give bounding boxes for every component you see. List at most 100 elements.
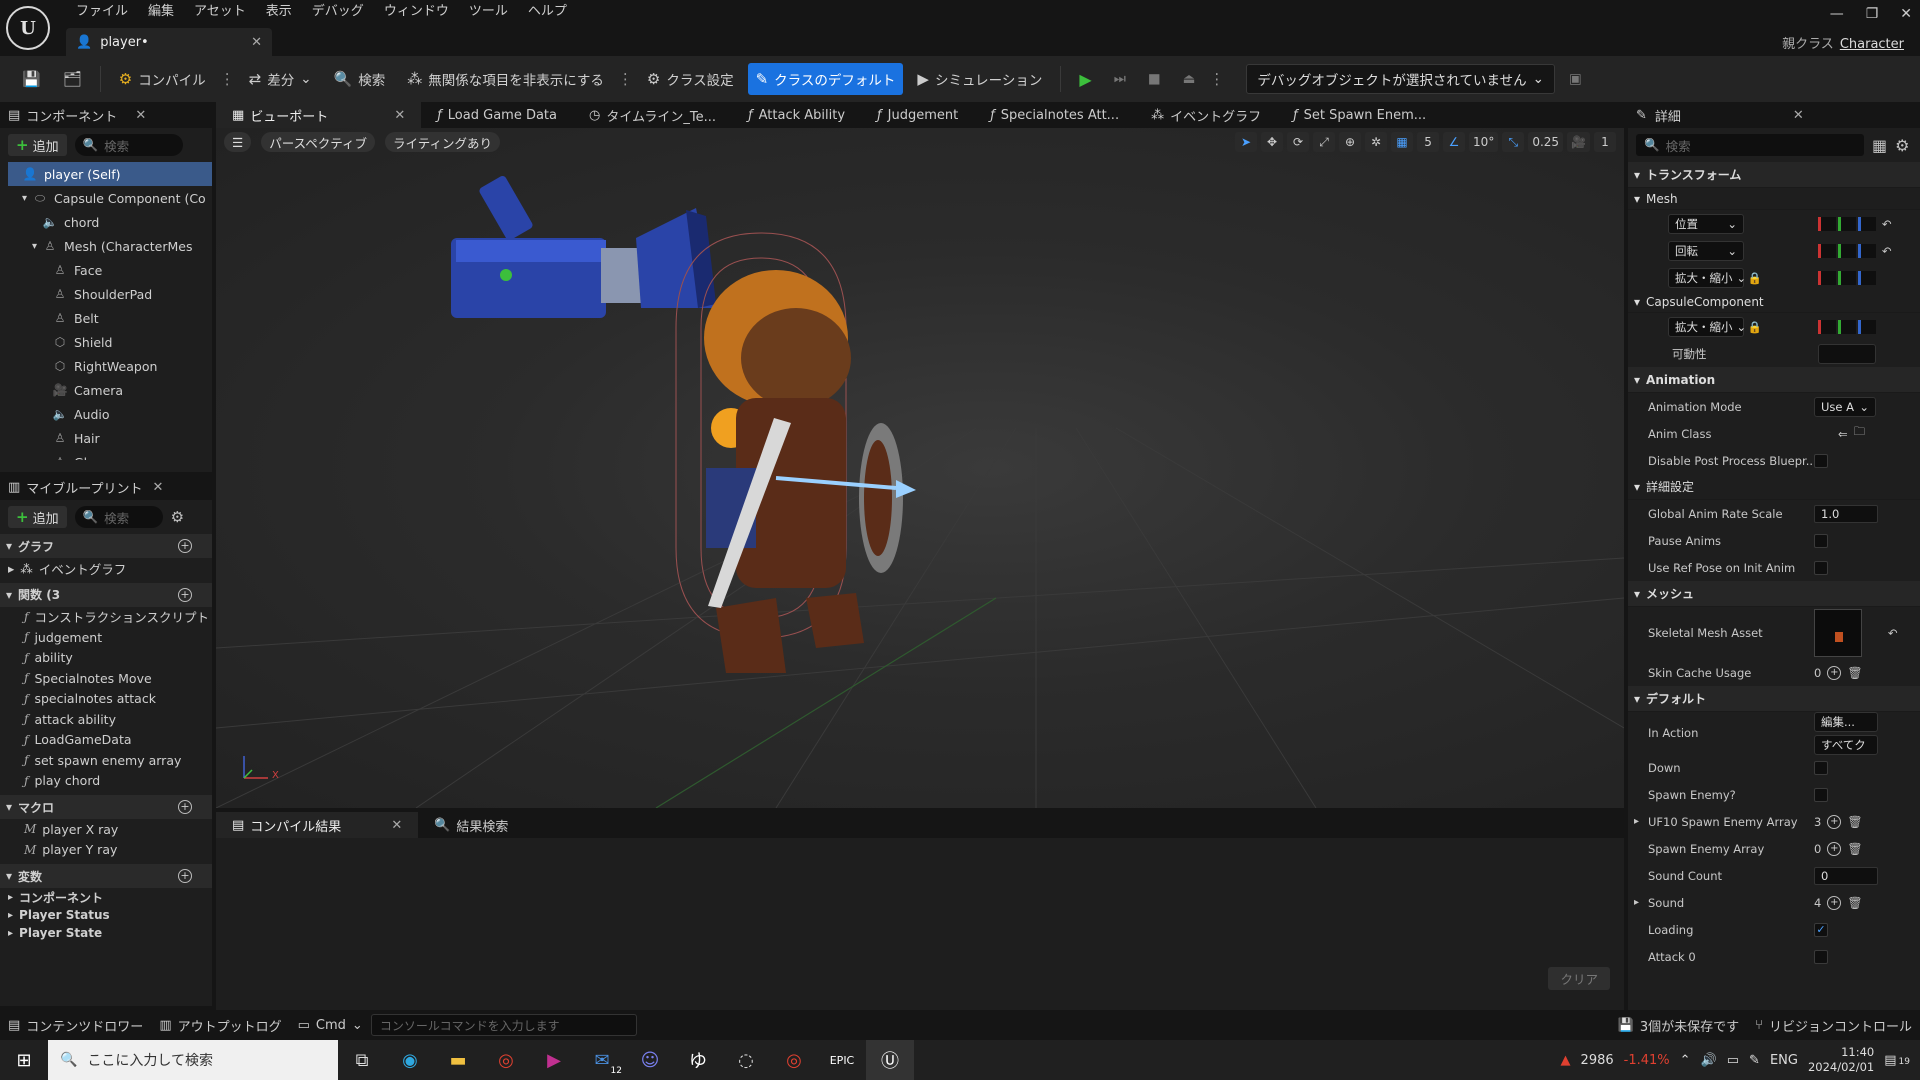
cmd-select[interactable]: ▭ Cmd ⌄: [290, 1009, 371, 1041]
edit-button[interactable]: 編集...: [1814, 711, 1878, 732]
revision-control-button[interactable]: ⑂ リビジョンコントロール: [1747, 1009, 1920, 1041]
sound-count-input[interactable]: 0: [1814, 866, 1878, 885]
diff-button[interactable]: ⇄ 差分 ⌄: [241, 63, 320, 95]
component-tree-item[interactable]: ♙ Glove: [8, 450, 212, 461]
down-checkbox[interactable]: [1814, 760, 1828, 775]
graph-section[interactable]: ▾ グラフ +: [0, 534, 212, 558]
macros-section[interactable]: ▾ マクロ +: [0, 795, 212, 819]
capsule-scale-vector[interactable]: [1818, 319, 1876, 334]
menu-edit[interactable]: 編集: [138, 2, 184, 22]
close-icon[interactable]: ✕: [251, 35, 262, 50]
simulation-button[interactable]: ▶ シミュレーション: [909, 63, 1050, 95]
component-tree-item[interactable]: ⬡ RightWeapon: [8, 354, 212, 378]
location-select[interactable]: 位置 ⌄: [1668, 213, 1744, 234]
functions-section[interactable]: ▾ 関数 (3 +: [0, 582, 212, 607]
compile-button[interactable]: ⚙ コンパイル: [111, 63, 214, 95]
play-options-icon[interactable]: ⋮: [1209, 70, 1224, 88]
document-tab-player[interactable]: 👤 player• ✕: [66, 28, 272, 56]
class-settings-button[interactable]: ⚙ クラス設定: [639, 63, 742, 95]
add-macro-icon[interactable]: +: [178, 800, 192, 814]
browse-button[interactable]: 🗂: [55, 63, 90, 95]
lock-icon[interactable]: 🔒: [1748, 271, 1762, 285]
editor-tab[interactable]: ƒ Set Spawn Enem...: [1277, 102, 1442, 128]
editor-tab[interactable]: ▦ ビューポート ✕: [216, 102, 422, 128]
function-item[interactable]: ƒ ability: [0, 648, 212, 669]
unreal-taskbar-icon[interactable]: Ⓤ: [866, 1040, 914, 1080]
viewport[interactable]: X ☰ パースペクティブ ライティングあり ➤ ✥ ⟳ ⤢ ⊕ ✲ ▦ 5 ∠ …: [216, 128, 1624, 808]
parent-class-link[interactable]: Character: [1840, 37, 1904, 52]
discord-icon[interactable]: ☺: [626, 1040, 674, 1080]
menu-asset[interactable]: アセット: [184, 2, 256, 22]
select-tool-icon[interactable]: ➤: [1235, 132, 1258, 152]
compile-options-icon[interactable]: ⋮: [220, 70, 235, 88]
reset-icon[interactable]: ↶: [1882, 244, 1892, 258]
function-item[interactable]: ƒ set spawn enemy array: [0, 750, 212, 771]
table-view-icon[interactable]: ▦: [1872, 136, 1887, 155]
editor-tab[interactable]: ◷ タイムライン_Te...: [573, 102, 732, 128]
rotate-tool-icon[interactable]: ⟳: [1287, 132, 1310, 152]
subsection-mesh[interactable]: ▾ Mesh: [1628, 188, 1920, 210]
taskbar-search-input[interactable]: 🔍 ここに入力して検索: [48, 1040, 338, 1080]
anim-mode-select[interactable]: Use A ⌄: [1814, 396, 1876, 417]
editor-tab[interactable]: ƒ Attack Ability: [732, 102, 861, 128]
section-animation[interactable]: ▾ Animation: [1628, 367, 1920, 393]
epic-games-icon[interactable]: EPIC: [818, 1040, 866, 1080]
ref-pose-checkbox[interactable]: [1814, 560, 1828, 575]
class-defaults-button[interactable]: ✎ クラスのデフォルト: [747, 63, 904, 95]
trash-icon[interactable]: 🗑: [1847, 815, 1862, 829]
menu-debug[interactable]: デバッグ: [302, 2, 374, 22]
windows-start-icon[interactable]: ⊞: [0, 1040, 48, 1080]
component-tree-item[interactable]: ♙ ShoulderPad: [8, 282, 212, 306]
tray-chevron-icon[interactable]: ⌃: [1680, 1053, 1691, 1068]
close-icon[interactable]: ✕: [391, 818, 402, 833]
add-element-icon[interactable]: +: [1827, 665, 1842, 680]
event-graph-item[interactable]: ▸ ⁂ イベントグラフ: [0, 558, 212, 579]
loading-checkbox[interactable]: ✓: [1814, 922, 1828, 937]
add-member-button[interactable]: + 追加: [8, 506, 67, 528]
trash-icon[interactable]: 🗑: [1847, 896, 1862, 910]
output-log-button[interactable]: ▥ アウトプットログ: [151, 1009, 289, 1041]
variables-section[interactable]: ▾ 変数 +: [0, 864, 212, 888]
component-tree-item[interactable]: 🎥 Camera: [8, 378, 212, 402]
language-indicator[interactable]: ENG: [1770, 1053, 1798, 1068]
lighting-button[interactable]: ライティングあり: [384, 132, 500, 152]
component-tree-item[interactable]: ♙ Belt: [8, 306, 212, 330]
app-yu-icon[interactable]: ゆ: [674, 1040, 722, 1080]
volume-icon[interactable]: 🔊: [1701, 1053, 1717, 1068]
component-tree-item[interactable]: 🔈 chord: [8, 210, 212, 234]
gear-icon[interactable]: ⚙: [171, 508, 184, 526]
function-item[interactable]: ƒ specialnotes attack: [0, 689, 212, 710]
disable-pp-checkbox[interactable]: [1814, 453, 1828, 468]
use-selected-icon[interactable]: ⇐: [1838, 427, 1848, 441]
add-component-button[interactable]: + 追加: [8, 134, 67, 156]
spawn-enemy-checkbox[interactable]: [1814, 787, 1828, 802]
close-icon[interactable]: ✕: [153, 480, 164, 495]
subsection-capsule[interactable]: ▾ CapsuleComponent: [1628, 291, 1920, 313]
grid-snap-icon[interactable]: ▦: [1391, 132, 1414, 152]
menu-view[interactable]: 表示: [256, 2, 302, 22]
function-item[interactable]: ƒ コンストラクションスクリプト: [0, 607, 212, 628]
mail-icon[interactable]: ✉ 12: [578, 1040, 626, 1080]
console-input[interactable]: コンソールコマンドを入力します: [370, 1014, 637, 1036]
add-variable-icon[interactable]: +: [178, 869, 192, 883]
media-player-icon[interactable]: ▶: [530, 1040, 578, 1080]
add-function-icon[interactable]: +: [178, 587, 192, 602]
function-item[interactable]: ƒ LoadGameData: [0, 730, 212, 751]
close-icon[interactable]: ✕: [394, 108, 405, 123]
camera-speed-value[interactable]: 1: [1594, 132, 1616, 152]
macro-item[interactable]: Mplayer Y ray: [0, 840, 212, 861]
browse-icon[interactable]: 🗀: [1854, 424, 1866, 443]
content-drawer-button[interactable]: ▤ コンテンツドロワー: [0, 1009, 151, 1041]
file-explorer-icon[interactable]: ▬: [434, 1040, 482, 1080]
section-default[interactable]: ▾ デフォルト: [1628, 686, 1920, 712]
pause-anims-checkbox[interactable]: [1814, 533, 1828, 548]
step-button[interactable]: ⏭: [1106, 63, 1134, 95]
scale-vector[interactable]: [1818, 270, 1876, 285]
save-button[interactable]: 💾: [14, 63, 49, 95]
function-item[interactable]: ƒ play chord: [0, 771, 212, 792]
trash-icon[interactable]: 🗑: [1847, 842, 1862, 856]
clear-all-button[interactable]: すべてク: [1814, 734, 1878, 755]
restore-icon[interactable]: ❐: [1866, 6, 1879, 22]
grid-snap-value[interactable]: 5: [1417, 132, 1440, 152]
function-item[interactable]: ƒ attack ability: [0, 709, 212, 730]
